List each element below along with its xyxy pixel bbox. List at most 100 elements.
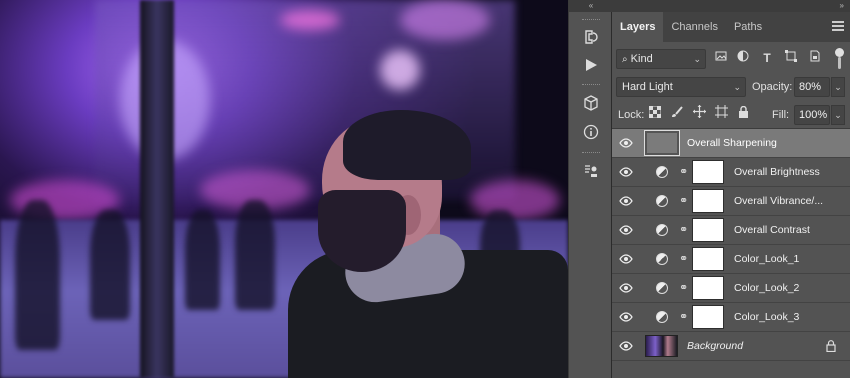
layers-list: Overall Sharpening ⚭ Overall Brightness …: [612, 128, 850, 378]
visibility-eye-icon[interactable]: [618, 339, 634, 355]
layer-name[interactable]: Color_Look_3: [734, 303, 799, 332]
visibility-eye-icon[interactable]: [618, 194, 634, 210]
layer-row[interactable]: ⚭ Color_Look_2: [612, 274, 850, 303]
fill-label: Fill:: [772, 109, 790, 121]
photo-light-glow: [380, 50, 420, 90]
layer-row[interactable]: ⚭ Overall Brightness: [612, 158, 850, 187]
background-thumbnail[interactable]: [645, 335, 678, 357]
layer-row[interactable]: Overall Sharpening: [612, 129, 850, 158]
photo-crowd-figure: [90, 210, 130, 320]
opacity-slider-toggle[interactable]: ⌄: [831, 77, 845, 97]
filter-pixel-icon[interactable]: [712, 48, 730, 68]
photo-light-glow: [400, 0, 490, 40]
adjustment-layer-icon[interactable]: [656, 282, 668, 294]
visibility-eye-icon[interactable]: [618, 252, 634, 268]
lock-artboard-icon[interactable]: [712, 104, 730, 124]
visibility-eye-icon[interactable]: [618, 136, 634, 152]
adjustment-layer-icon[interactable]: [656, 224, 668, 236]
lock-brush-icon[interactable]: [668, 104, 686, 124]
filter-toggle-switch[interactable]: [835, 48, 844, 70]
dock-grip[interactable]: [582, 152, 600, 154]
layer-name[interactable]: Background: [687, 332, 743, 361]
layer-mask-thumbnail[interactable]: [692, 160, 724, 184]
adjustment-layer-icon[interactable]: [656, 166, 668, 178]
blend-mode-select[interactable]: Hard Light ⌄: [616, 77, 746, 97]
document-canvas[interactable]: [0, 0, 568, 378]
layer-mask-thumbnail[interactable]: [692, 218, 724, 242]
visibility-eye-icon[interactable]: [618, 281, 634, 297]
adjustment-layer-icon[interactable]: [656, 253, 668, 265]
visibility-eye-icon[interactable]: [618, 223, 634, 239]
layer-name[interactable]: Overall Brightness: [734, 158, 820, 187]
link-chain-icon[interactable]: ⚭: [679, 222, 688, 238]
layer-name[interactable]: Overall Sharpening: [687, 129, 777, 158]
dock-grip[interactable]: [582, 84, 600, 86]
3d-icon[interactable]: [578, 92, 604, 114]
layer-mask-thumbnail[interactable]: [692, 189, 724, 213]
lock-transparency-icon[interactable]: [646, 104, 664, 124]
layer-mask-thumbnail[interactable]: [692, 305, 724, 329]
dock-grip[interactable]: [582, 19, 600, 21]
fill-slider-toggle[interactable]: ⌄: [831, 105, 845, 125]
photo-man-beard: [318, 190, 406, 272]
filter-kind-label: Kind: [630, 53, 653, 65]
photo-crowd-figure: [15, 200, 60, 350]
photo-lamp-pole: [140, 0, 174, 378]
tab-layers[interactable]: Layers: [612, 12, 664, 42]
photo-light-glow: [470, 180, 560, 220]
layer-row[interactable]: Background: [612, 332, 850, 361]
collapse-panel-button[interactable]: »: [612, 0, 850, 12]
lock-row: Lock: Fill: 100% ⌄: [612, 104, 850, 126]
layer-name[interactable]: Overall Vibrance/...: [734, 187, 823, 216]
layer-name[interactable]: Overall Contrast: [734, 216, 810, 245]
layers-panel: » Layers Channels Paths ⌕ Kind ⌄ T Hard …: [612, 0, 850, 378]
chevron-down-icon: ⌄: [733, 82, 741, 92]
opacity-input[interactable]: 80%: [794, 77, 830, 97]
layer-mask-thumbnail[interactable]: [692, 247, 724, 271]
lock-move-icon[interactable]: [690, 104, 708, 124]
layer-filter-row: ⌕ Kind ⌄ T: [612, 48, 850, 70]
link-chain-icon[interactable]: ⚭: [679, 164, 688, 180]
layer-name[interactable]: Color_Look_1: [734, 245, 799, 274]
expand-dock-button[interactable]: «: [569, 0, 613, 12]
panel-tabs: Layers Channels Paths: [612, 12, 850, 42]
lock-icon: [826, 340, 836, 353]
info-icon[interactable]: [578, 121, 604, 143]
layer-row[interactable]: ⚭ Color_Look_1: [612, 245, 850, 274]
filter-type-icon[interactable]: T: [758, 48, 776, 68]
clone-source-icon[interactable]: [578, 160, 604, 182]
play-action-icon[interactable]: [578, 54, 604, 76]
visibility-eye-icon[interactable]: [618, 165, 634, 181]
link-chain-icon[interactable]: ⚭: [679, 193, 688, 209]
layer-row[interactable]: ⚭ Overall Vibrance/...: [612, 187, 850, 216]
layer-row[interactable]: ⚭ Color_Look_3: [612, 303, 850, 332]
photo-crowd-figure: [185, 210, 220, 310]
filter-adjustment-icon[interactable]: [734, 48, 752, 68]
photo-light-glow: [280, 10, 340, 30]
layer-row[interactable]: ⚭ Overall Contrast: [612, 216, 850, 245]
blend-mode-value: Hard Light: [622, 81, 673, 93]
tab-paths[interactable]: Paths: [726, 12, 770, 42]
panel-menu-icon[interactable]: [832, 21, 844, 31]
layer-mask-thumbnail[interactable]: [692, 276, 724, 300]
chevron-down-icon: ⌄: [693, 54, 701, 64]
adjustment-layer-icon[interactable]: [656, 311, 668, 323]
tab-channels[interactable]: Channels: [663, 12, 725, 42]
link-chain-icon[interactable]: ⚭: [679, 309, 688, 325]
opacity-label: Opacity:: [752, 81, 793, 93]
link-chain-icon[interactable]: ⚭: [679, 251, 688, 267]
lock-all-icon[interactable]: [734, 104, 752, 124]
search-icon: ⌕: [622, 54, 628, 65]
filter-kind-select[interactable]: ⌕ Kind ⌄: [616, 49, 706, 69]
lock-label: Lock:: [618, 109, 645, 121]
layer-thumbnail[interactable]: [644, 130, 680, 156]
filter-shape-icon[interactable]: [782, 48, 800, 68]
history-icon[interactable]: [578, 26, 604, 48]
fill-input[interactable]: 100%: [794, 105, 830, 125]
filter-smart-object-icon[interactable]: [806, 48, 824, 68]
blend-row: Hard Light ⌄ Opacity: 80% ⌄: [612, 76, 850, 98]
adjustment-layer-icon[interactable]: [656, 195, 668, 207]
visibility-eye-icon[interactable]: [618, 310, 634, 326]
layer-name[interactable]: Color_Look_2: [734, 274, 799, 303]
link-chain-icon[interactable]: ⚭: [679, 280, 688, 296]
